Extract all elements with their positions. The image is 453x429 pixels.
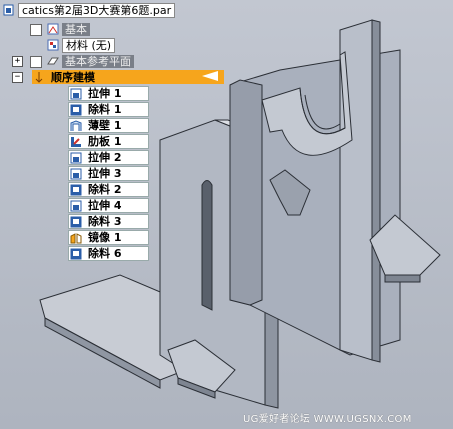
feature-label: 除料 1 bbox=[88, 103, 122, 116]
feature-extrude-1[interactable]: 拉伸 1 bbox=[68, 86, 149, 101]
tree-root[interactable]: catics第2届3D大赛第6题.par bbox=[2, 2, 176, 18]
expand-toggle[interactable]: + bbox=[12, 56, 23, 67]
rib-icon bbox=[69, 135, 83, 148]
material-icon bbox=[46, 39, 60, 52]
part-workspace[interactable]: catics第2届3D大赛第6题.par 基本 材料 (无) + 基本参考平面 … bbox=[0, 0, 453, 429]
selected-row[interactable]: 顺序建模 bbox=[32, 70, 224, 84]
mirror-icon bbox=[69, 231, 83, 244]
feature-cut-2[interactable]: 除料 2 bbox=[68, 182, 149, 197]
feature-label: 拉伸 1 bbox=[88, 87, 122, 100]
feature-extrude-4[interactable]: 拉伸 4 bbox=[68, 198, 149, 213]
feature-label: 除料 3 bbox=[88, 215, 122, 228]
cut-icon bbox=[69, 183, 83, 196]
feature-label: 薄壁 1 bbox=[88, 119, 122, 132]
tree-root-label: catics第2届3D大赛第6题.par bbox=[18, 2, 176, 18]
tree-item-label: 顺序建模 bbox=[51, 70, 95, 84]
ordered-icon bbox=[32, 71, 46, 84]
feature-thinwall-1[interactable]: 薄壁 1 bbox=[68, 118, 149, 133]
ref-plane-icon bbox=[46, 55, 60, 68]
collapse-toggle[interactable]: − bbox=[12, 72, 23, 83]
feature-rib-1[interactable]: 肋板 1 bbox=[68, 134, 149, 149]
cut-icon bbox=[69, 247, 83, 260]
feature-cut-3[interactable]: 除料 3 bbox=[68, 214, 149, 229]
tree-item-base[interactable]: 基本 bbox=[30, 22, 90, 36]
feature-label: 镜像 1 bbox=[88, 231, 122, 244]
feature-label: 除料 2 bbox=[88, 183, 122, 196]
tree-item-label: 材料 (无) bbox=[62, 37, 116, 53]
cut-icon bbox=[69, 215, 83, 228]
visibility-checkbox[interactable] bbox=[30, 56, 42, 68]
base-icon bbox=[46, 23, 60, 36]
feature-label: 拉伸 3 bbox=[88, 167, 122, 180]
thinwall-icon bbox=[69, 119, 83, 132]
tree-item-ref-planes[interactable]: + 基本参考平面 bbox=[12, 54, 134, 68]
tree-item-label: 基本参考平面 bbox=[62, 54, 134, 68]
feature-label: 除料 6 bbox=[88, 247, 122, 260]
part-file-icon bbox=[2, 4, 16, 17]
extrude-icon bbox=[69, 87, 83, 100]
visibility-checkbox[interactable] bbox=[30, 24, 42, 36]
feature-extrude-3[interactable]: 拉伸 3 bbox=[68, 166, 149, 181]
feature-extrude-2[interactable]: 拉伸 2 bbox=[68, 150, 149, 165]
feature-cut-1[interactable]: 除料 1 bbox=[68, 102, 149, 117]
cut-icon bbox=[69, 103, 83, 116]
feature-label: 拉伸 2 bbox=[88, 151, 122, 164]
tree-item-label: 基本 bbox=[62, 22, 90, 36]
feature-label: 拉伸 4 bbox=[88, 199, 122, 212]
extrude-icon bbox=[69, 199, 83, 212]
watermark: UG爱好者论坛 WWW.UGSNX.COM bbox=[243, 414, 412, 425]
extrude-icon bbox=[69, 167, 83, 180]
feature-label: 肋板 1 bbox=[88, 135, 122, 148]
tree-item-material[interactable]: 材料 (无) bbox=[46, 37, 116, 53]
feature-mirror-1[interactable]: 镜像 1 bbox=[68, 230, 149, 245]
arrow-left-icon bbox=[202, 70, 218, 84]
extrude-icon bbox=[69, 151, 83, 164]
feature-cut-6[interactable]: 除料 6 bbox=[68, 246, 149, 261]
